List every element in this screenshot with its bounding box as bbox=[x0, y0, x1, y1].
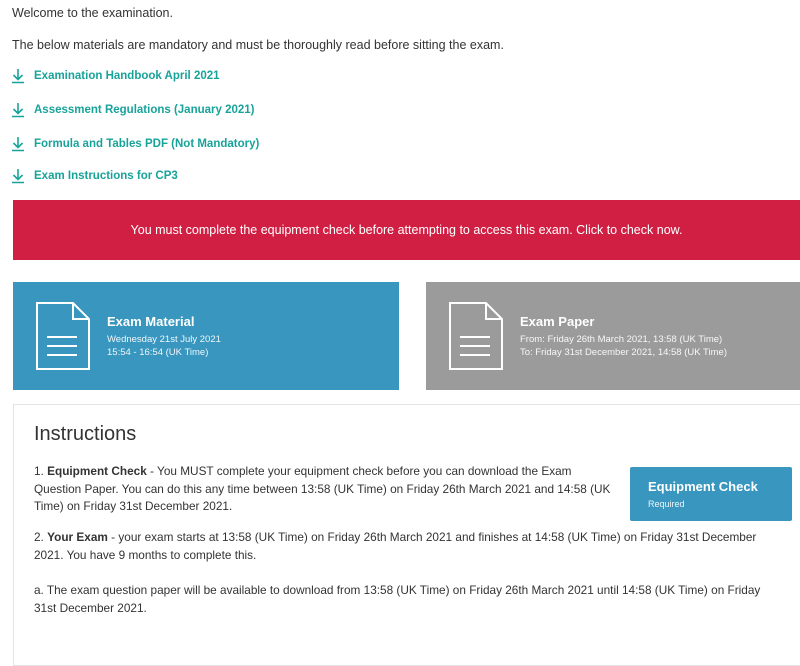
material-link-exam-instructions[interactable]: Exam Instructions for CP3 bbox=[10, 168, 178, 184]
tile-from: From: Friday 26th March 2021, 13:58 (UK … bbox=[520, 333, 723, 345]
instructions-heading: Instructions bbox=[34, 423, 137, 445]
download-icon bbox=[12, 69, 24, 84]
material-link-handbook[interactable]: Examination Handbook April 2021 bbox=[10, 68, 220, 84]
tile-title: Exam Material bbox=[107, 313, 195, 329]
mandatory-notice: The below materials are mandatory and mu… bbox=[12, 38, 504, 52]
tile-title: Exam Paper bbox=[520, 313, 595, 329]
button-label: Equipment Check bbox=[648, 479, 758, 494]
equipment-check-button[interactable]: Equipment Check Required bbox=[630, 467, 792, 521]
document-icon bbox=[449, 302, 503, 370]
exam-paper-tile[interactable]: Exam Paper From: Friday 26th March 2021,… bbox=[426, 282, 800, 390]
instructions-panel: Instructions 1. Equipment Check - You MU… bbox=[13, 404, 800, 666]
item-title: Equipment Check bbox=[47, 464, 147, 478]
material-link-label: Assessment Regulations (January 2021) bbox=[34, 104, 255, 116]
material-link-label: Formula and Tables PDF (Not Mandatory) bbox=[34, 138, 260, 150]
item-text: - your exam starts at 13:58 (UK Time) on… bbox=[34, 530, 757, 562]
equipment-check-alert[interactable]: You must complete the equipment check be… bbox=[13, 200, 800, 260]
item-number: 2. bbox=[34, 530, 48, 544]
item-number: 1. bbox=[34, 464, 48, 478]
instruction-item-equipment-check: 1. Equipment Check - You MUST complete y… bbox=[34, 463, 614, 516]
material-link-label: Exam Instructions for CP3 bbox=[34, 170, 178, 182]
material-link-formula-tables[interactable]: Formula and Tables PDF (Not Mandatory) bbox=[10, 136, 259, 152]
download-icon bbox=[12, 137, 24, 152]
tile-to: To: Friday 31st December 2021, 14:58 (UK… bbox=[520, 346, 727, 358]
alert-text: You must complete the equipment check be… bbox=[130, 223, 683, 237]
button-sublabel: Required bbox=[648, 499, 685, 509]
download-icon bbox=[12, 103, 24, 118]
download-icon bbox=[12, 169, 24, 184]
exam-material-tile[interactable]: Exam Material Wednesday 21st July 2021 1… bbox=[13, 282, 399, 390]
material-link-regulations[interactable]: Assessment Regulations (January 2021) bbox=[10, 102, 255, 118]
document-icon bbox=[36, 302, 90, 370]
tile-date: Wednesday 21st July 2021 bbox=[107, 333, 221, 345]
instruction-subitem-a: a. The exam question paper will be avail… bbox=[34, 583, 761, 615]
welcome-text: Welcome to the examination. bbox=[12, 6, 173, 20]
instruction-item-your-exam: 2. Your Exam - your exam starts at 13:58… bbox=[34, 529, 784, 564]
item-title: Your Exam bbox=[47, 530, 108, 544]
tile-time: 15:54 - 16:54 (UK Time) bbox=[107, 346, 209, 358]
material-link-label: Examination Handbook April 2021 bbox=[34, 70, 220, 82]
